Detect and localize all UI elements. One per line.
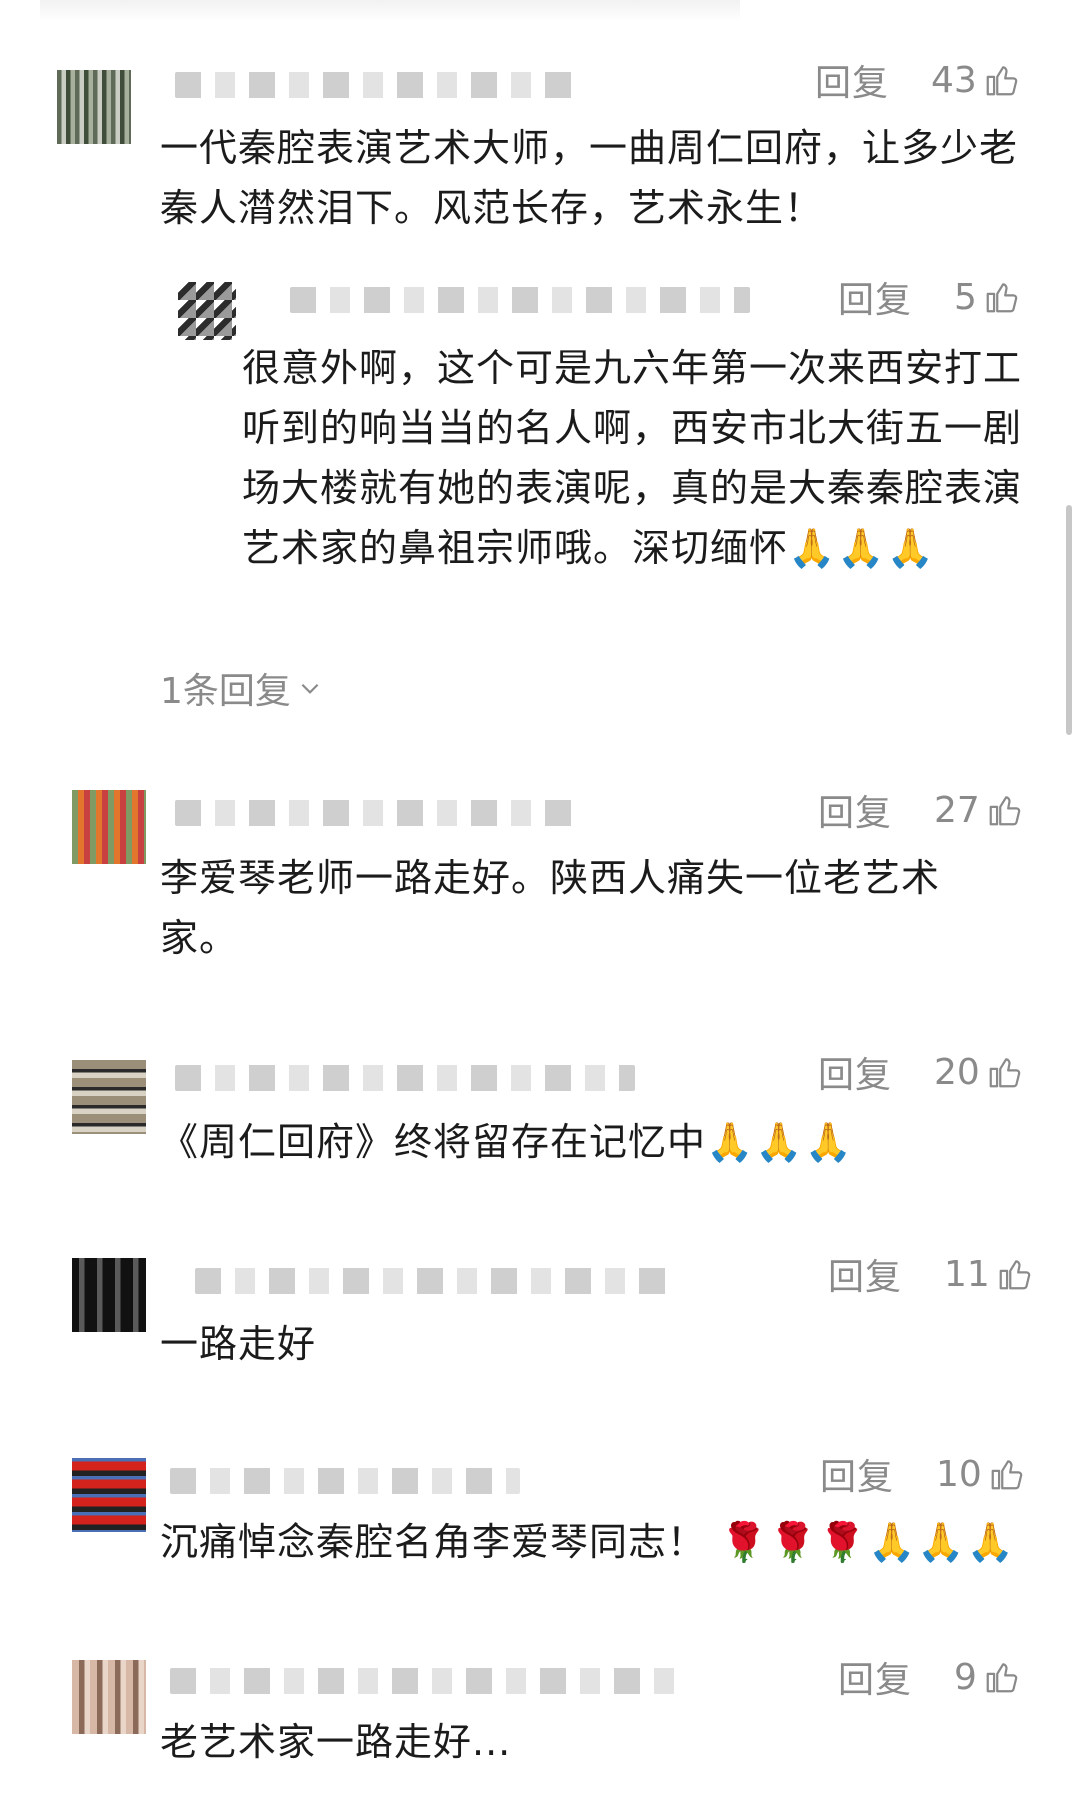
username-blurred[interactable] [175,72,575,98]
reply-button[interactable]: 回复 [820,1448,894,1500]
username-blurred[interactable] [170,1468,520,1494]
reply-button[interactable]: 回复 [838,271,912,323]
scrollbar-thumb[interactable] [1066,505,1072,735]
reply-button[interactable]: 回复 [828,1248,902,1300]
username-blurred[interactable] [175,1065,635,1091]
comment-actions: 回复 20 [818,1050,1024,1096]
reply-button[interactable]: 回复 [818,1046,892,1098]
comment-actions: 回复 27 [818,788,1024,834]
thumbs-up-icon[interactable] [986,791,1024,829]
username-blurred[interactable] [170,1668,680,1694]
avatar[interactable] [178,282,236,340]
like-count: 20 [934,1051,980,1093]
avatar[interactable] [72,1458,146,1532]
more-replies-label: 1条回复 [160,671,291,712]
praying-hands-emoji: 🙏🙏🙏 [867,1520,1016,1564]
username-blurred[interactable] [175,800,575,826]
chevron-down-icon [301,683,319,694]
avatar[interactable] [72,1258,146,1332]
avatar[interactable] [72,1060,146,1134]
like-count: 5 [954,276,977,318]
username-blurred[interactable] [195,1268,675,1294]
previous-content-fade [40,0,740,22]
praying-hands-emoji: 🙏🙏🙏 [706,1120,854,1164]
praying-hands-emoji: 🙏🙏🙏 [788,526,936,570]
comment-text: 一路走好 [160,1322,317,1366]
avatar[interactable] [57,70,131,144]
comment-actions: 回复 10 [820,1452,1026,1498]
comment-text: 一代秦腔表演艺术大师，一曲周仁回府，让多少老秦人潸然泪下。风范长存，艺术永生！ [160,126,1019,230]
reply-button[interactable]: 回复 [838,1651,912,1703]
thumbs-up-icon[interactable] [983,278,1021,316]
comment-text: 沉痛悼念秦腔名角李爱琴同志！ 🌹🌹🌹🙏🙏🙏 [160,1512,1040,1572]
comment-actions: 回复 11 [828,1252,1034,1298]
reply-text: 很意外啊，这个可是九六年第一次来西安打工听到的响当当的名人啊，西安市北大街五一剧… [242,338,1022,578]
like-count: 9 [954,1656,977,1698]
like-count: 43 [931,59,977,101]
like-count: 11 [944,1253,990,1295]
thumbs-up-icon[interactable] [988,1455,1026,1493]
comment-actions: 回复 43 [815,58,1021,104]
more-replies-toggle[interactable]: 1条回复 [160,662,323,714]
username-blurred[interactable] [290,287,750,313]
like-count: 10 [936,1453,982,1495]
thumbs-up-icon[interactable] [996,1255,1034,1293]
comment-actions: 回复 9 [838,1655,1021,1701]
comment-text: 李爱琴老师一路走好。陕西人痛失一位老艺术家。 [160,856,941,960]
comment-text-body: 《周仁回府》终将留存在记忆中 [160,1120,707,1164]
like-count: 27 [934,789,980,831]
avatar[interactable] [72,1660,146,1734]
comment-text: 老艺术家一路走好... [160,1720,512,1764]
comment-text: 《周仁回府》终将留存在记忆中🙏🙏🙏 [160,1112,1020,1172]
comment-actions: 回复 5 [838,275,1021,321]
rose-emoji: 🌹🌹🌹 [720,1520,868,1564]
reply-button[interactable]: 回复 [818,784,892,836]
thumbs-up-icon[interactable] [986,1053,1024,1091]
avatar[interactable] [72,790,146,864]
reply-button[interactable]: 回复 [815,54,889,106]
thumbs-up-icon[interactable] [983,61,1021,99]
comment-text-body: 沉痛悼念秦腔名角李爱琴同志！ [160,1520,707,1564]
thumbs-up-icon[interactable] [983,1658,1021,1696]
